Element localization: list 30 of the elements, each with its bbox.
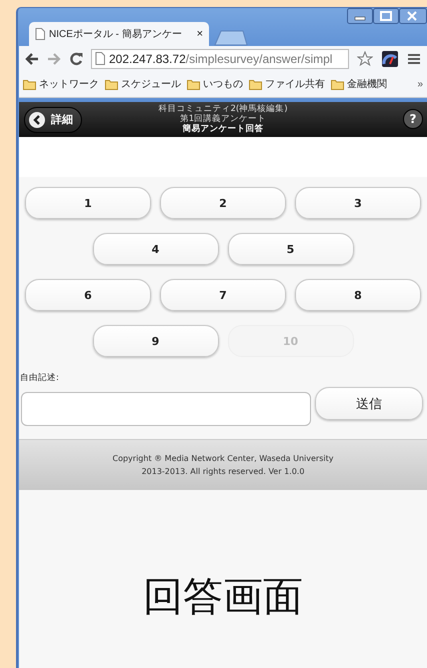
choice-button[interactable]: 9 <box>92 325 218 357</box>
choice-button[interactable]: 2 <box>160 187 286 219</box>
choice-button[interactable]: 6 <box>25 279 151 311</box>
page-title: 第1回講義アンケート <box>180 114 266 124</box>
caption-text: 回答画面 <box>142 573 304 622</box>
bookmark-item[interactable]: ネットワーク <box>23 77 99 91</box>
choice-button[interactable]: 4 <box>92 233 218 265</box>
submit-button[interactable]: 送信 <box>315 387 423 420</box>
choice-button[interactable]: 5 <box>228 233 354 265</box>
browser-tab[interactable]: NICEポータル - 簡易アンケー × <box>29 22 209 46</box>
choice-button[interactable]: 3 <box>295 187 421 219</box>
url-text: 202.247.83.72/simplesurvey/answer/simpl <box>109 52 332 66</box>
tab-close-button[interactable]: × <box>196 28 203 40</box>
more-bookmarks-button[interactable]: » <box>417 78 423 90</box>
field-label: 自由記述: <box>20 372 60 384</box>
bookmark-item[interactable]: ファイル共有 <box>249 77 325 91</box>
page-title: 簡易アンケート回答 <box>182 124 264 134</box>
bookmark-item[interactable]: いつもの <box>187 77 243 91</box>
tab-title: NICEポータル - 簡易アンケー <box>49 28 182 41</box>
page-title: 科目コミュニティ2(神馬核編集) <box>158 104 288 114</box>
back-button[interactable]: 詳細 <box>24 106 82 132</box>
bookmark-item[interactable]: スケジュール <box>105 77 181 91</box>
choice-button[interactable]: 1 <box>25 187 151 219</box>
help-button[interactable]: ? <box>403 109 423 129</box>
choice-button[interactable]: 8 <box>295 279 421 311</box>
copyright-text: 2013-2013. All rights reserved. Ver 1.0.0 <box>142 467 304 476</box>
address-bar[interactable]: 202.247.83.72/simplesurvey/answer/simpl <box>91 48 349 68</box>
copyright-text: Copyright ® Media Network Center, Waseda University <box>112 454 334 463</box>
choice-button[interactable]: 7 <box>160 279 286 311</box>
bookmark-item[interactable]: 金融機関 <box>331 77 387 91</box>
